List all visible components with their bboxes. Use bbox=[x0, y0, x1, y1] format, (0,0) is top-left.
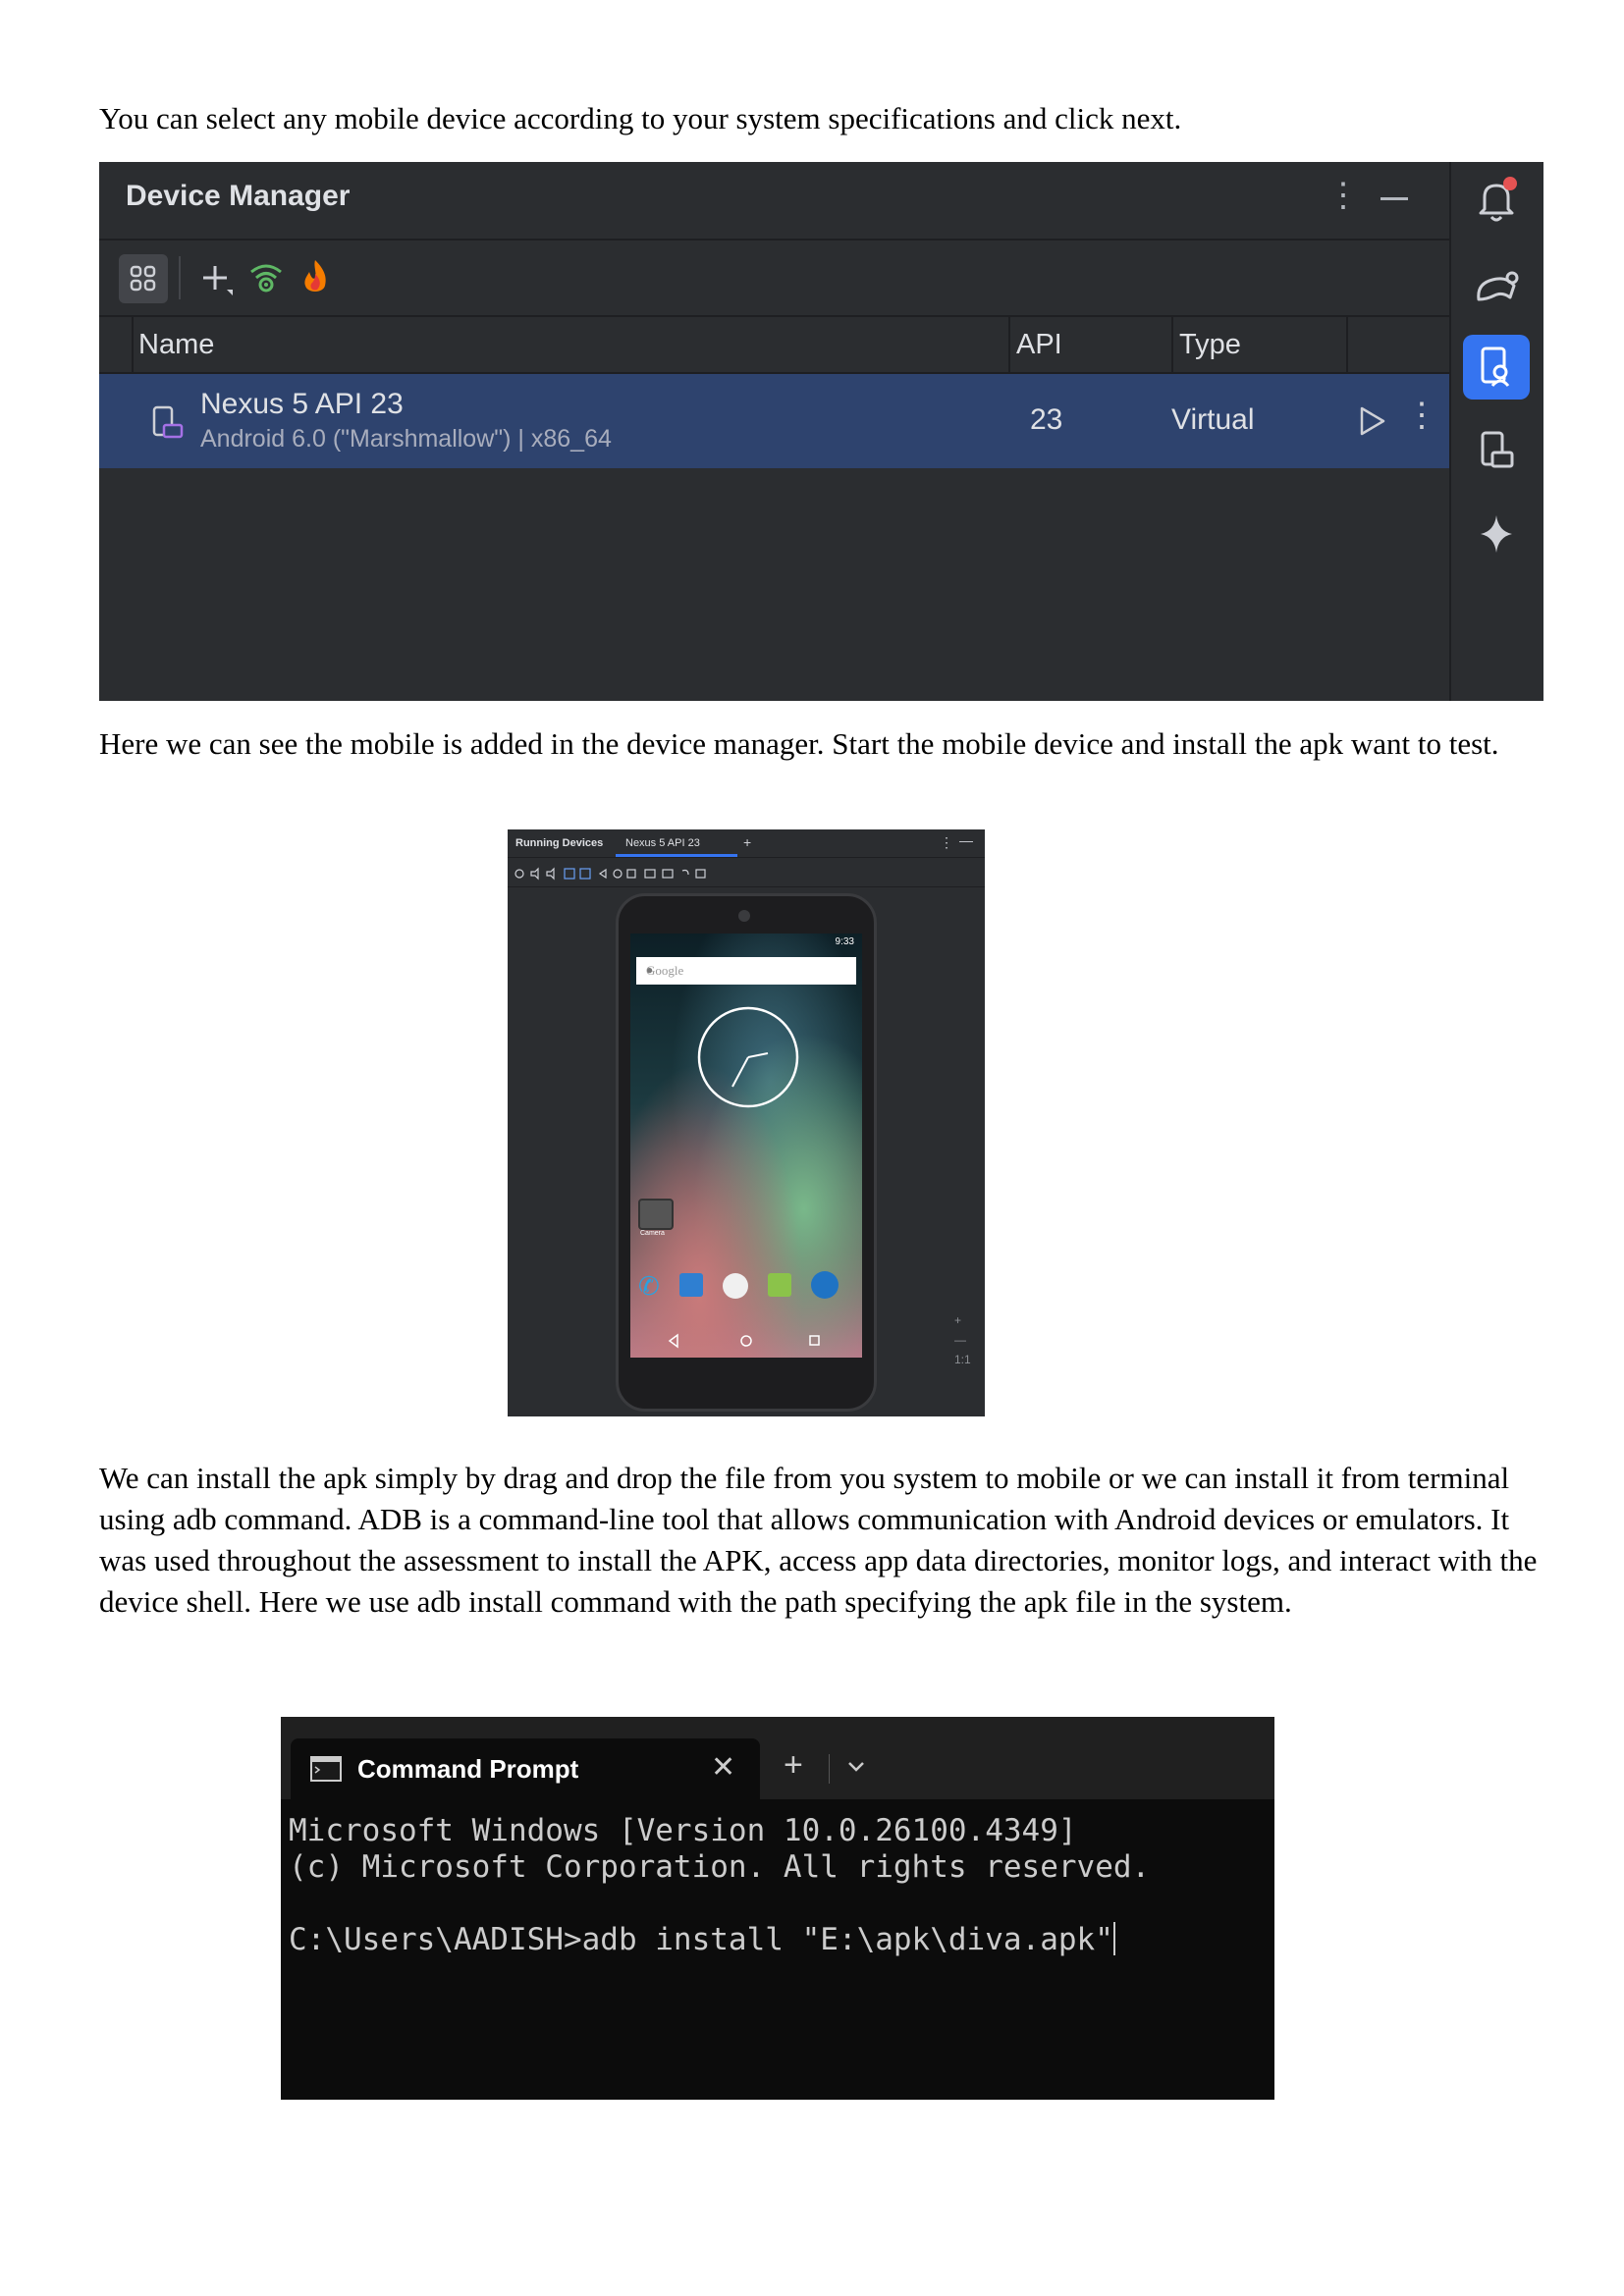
mic-icon[interactable]: ● bbox=[646, 963, 846, 978]
gemini-icon[interactable] bbox=[1463, 256, 1530, 321]
back-icon bbox=[668, 1333, 678, 1349]
column-divider bbox=[132, 317, 134, 372]
column-divider bbox=[1171, 317, 1173, 372]
column-divider bbox=[1346, 317, 1348, 372]
emulator-controls-toolbar bbox=[508, 859, 985, 887]
clock-widget bbox=[697, 1006, 799, 1108]
close-icon[interactable]: ✕ bbox=[711, 1750, 735, 1785]
contacts-icon[interactable] bbox=[679, 1273, 703, 1297]
more-icon[interactable]: ⋮ bbox=[1405, 396, 1438, 435]
more-icon[interactable]: ⋮ bbox=[940, 834, 953, 851]
dock: ✆ bbox=[630, 1267, 862, 1307]
notifications-icon[interactable] bbox=[1463, 170, 1530, 235]
terminal-icon bbox=[310, 1756, 342, 1782]
status-time: 9:33 bbox=[835, 936, 854, 947]
ai-assistant-icon[interactable] bbox=[1463, 502, 1530, 566]
command-prompt-titlebar: Command Prompt ✕ + bbox=[281, 1717, 1274, 1799]
emulator-screen[interactable]: 9:33 Google ● Camera ✆ bbox=[630, 934, 862, 1358]
camera-app-icon[interactable] bbox=[638, 1199, 674, 1230]
titlebar-separator bbox=[829, 1754, 830, 1784]
running-devices-title: Running Devices bbox=[515, 837, 604, 849]
chevron-down-icon[interactable] bbox=[846, 1760, 866, 1774]
device-manager-toolbar bbox=[99, 240, 1449, 317]
new-tab-icon[interactable]: + bbox=[784, 1746, 803, 1785]
active-tab-indicator bbox=[616, 854, 737, 857]
device-added-paragraph: Here we can see the mobile is added in t… bbox=[99, 726, 1499, 761]
tab-command-prompt[interactable]: Command Prompt ✕ bbox=[291, 1738, 760, 1799]
device-table-header: Name API Type bbox=[99, 317, 1449, 374]
terminal-caret bbox=[1112, 1922, 1115, 1955]
minimize-icon[interactable] bbox=[1380, 197, 1408, 200]
device-row[interactable]: Nexus 5 API 23 Android 6.0 ("Marshmallow… bbox=[99, 374, 1449, 468]
column-header-type[interactable]: Type bbox=[1179, 329, 1241, 361]
tab-nexus-5[interactable]: Nexus 5 API 23 bbox=[625, 837, 700, 849]
device-name: Nexus 5 API 23 bbox=[200, 388, 404, 420]
emulator-phone-frame: 9:33 Google ● Camera ✆ bbox=[616, 893, 877, 1412]
running-devices-tabbar: Running Devices Nexus 5 API 23 + ⋮ — bbox=[508, 829, 985, 858]
firebase-icon[interactable] bbox=[296, 256, 335, 299]
column-header-api[interactable]: API bbox=[1016, 329, 1062, 361]
toolbar-separator bbox=[179, 256, 181, 299]
wifi-pair-icon[interactable] bbox=[246, 258, 286, 297]
virtual-device-icon bbox=[152, 405, 184, 439]
add-tab-icon[interactable]: + bbox=[743, 834, 751, 850]
column-header-name[interactable]: Name bbox=[138, 329, 214, 361]
device-manager-panel: Device Manager ⋮ Name API Type Nexus 5 A… bbox=[99, 162, 1543, 701]
terminal-command-line: C:\Users\AADISH>adb install "E:\apk\diva… bbox=[289, 1922, 1113, 1957]
minimize-icon[interactable]: — bbox=[959, 832, 973, 848]
emulator-control-icons[interactable] bbox=[514, 867, 808, 881]
messaging-icon[interactable] bbox=[768, 1273, 791, 1297]
google-search-bar[interactable]: Google ● bbox=[636, 957, 856, 985]
terminal-output[interactable]: Microsoft Windows [Version 10.0.26100.43… bbox=[289, 1813, 1150, 1958]
terminal-line-copyright: (c) Microsoft Corporation. All rights re… bbox=[289, 1849, 1151, 1885]
column-divider bbox=[1008, 317, 1010, 372]
home-icon bbox=[740, 1335, 752, 1347]
device-manager-icon[interactable] bbox=[1463, 335, 1530, 400]
recents-icon bbox=[809, 1335, 820, 1346]
intro-paragraph: You can select any mobile device accordi… bbox=[99, 101, 1182, 135]
device-api: 23 bbox=[1030, 403, 1063, 436]
terminal-line-version: Microsoft Windows [Version 10.0.26100.43… bbox=[289, 1813, 1077, 1848]
device-manager-grid-icon[interactable] bbox=[119, 254, 168, 303]
phone-icon[interactable]: ✆ bbox=[638, 1271, 660, 1302]
tool-window-sidebar bbox=[1449, 162, 1543, 701]
command-prompt-window: Command Prompt ✕ + Microsoft Windows [Ve… bbox=[281, 1717, 1274, 2100]
device-manager-title: Device Manager bbox=[126, 180, 351, 212]
phone-speaker bbox=[738, 910, 750, 922]
running-devices-panel: Running Devices Nexus 5 API 23 + ⋮ — 9:3… bbox=[508, 829, 985, 1416]
device-subtitle: Android 6.0 ("Marshmallow") | x86_64 bbox=[200, 425, 612, 453]
run-icon[interactable] bbox=[1354, 403, 1389, 439]
device-type: Virtual bbox=[1171, 403, 1255, 436]
add-device-icon[interactable] bbox=[197, 260, 237, 299]
tab-title: Command Prompt bbox=[357, 1754, 579, 1784]
zoom-controls[interactable]: + —1:1 bbox=[954, 1310, 971, 1369]
nav-bar bbox=[668, 1333, 820, 1349]
options-more-icon[interactable]: ⋮ bbox=[1326, 176, 1360, 215]
adb-install-paragraph: We can install the apk simply by drag an… bbox=[99, 1461, 1538, 1619]
app-drawer-icon[interactable] bbox=[723, 1273, 748, 1299]
browser-icon[interactable] bbox=[811, 1271, 839, 1299]
running-devices-icon[interactable] bbox=[1463, 419, 1530, 484]
camera-app-label: Camera bbox=[640, 1230, 665, 1237]
device-manager-header: Device Manager ⋮ bbox=[99, 162, 1449, 240]
